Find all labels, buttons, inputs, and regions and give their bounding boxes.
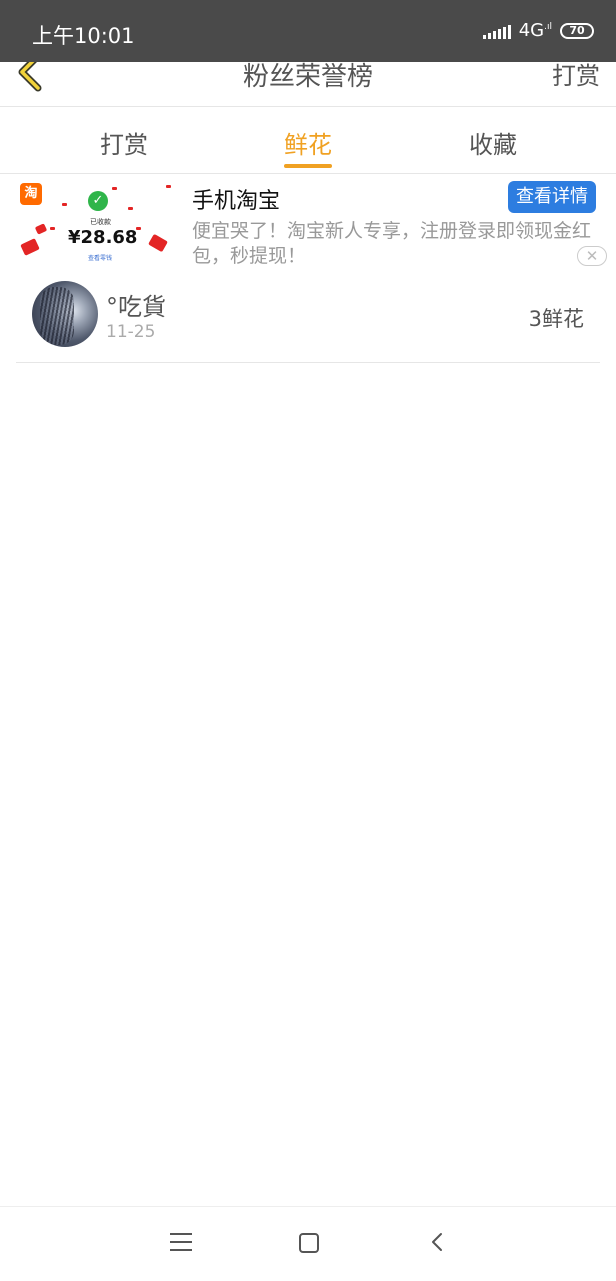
fan-nickname: °吃貨 (106, 293, 166, 321)
battery-level: 70 (569, 24, 585, 37)
taobao-logo-icon: 淘 (20, 183, 42, 205)
list-item[interactable]: °吃貨 11-25 3鲜花 (16, 271, 600, 363)
back-arrow-icon[interactable] (428, 1231, 448, 1253)
ad-image-received: 已收款 (90, 218, 111, 226)
red-envelope-icon (34, 223, 48, 235)
close-ad-icon[interactable]: ✕ (577, 246, 607, 266)
tab-favorites[interactable]: 收藏 (433, 125, 553, 160)
avatar[interactable] (32, 281, 98, 347)
network-type: 4G.ıl (518, 20, 552, 41)
view-details-button[interactable]: 查看详情 (508, 181, 596, 213)
tab-flowers[interactable]: 鲜花 (248, 125, 368, 160)
tab-tip[interactable]: 打赏 (64, 125, 184, 160)
active-tab-indicator (284, 164, 332, 168)
battery-icon: 70 (560, 22, 594, 39)
red-envelope-icon (148, 233, 168, 253)
signal-icon (482, 23, 511, 39)
menu-icon[interactable] (170, 1233, 192, 1251)
red-envelope-icon (20, 238, 40, 256)
ad-image-amount: ¥28.68 (68, 227, 138, 248)
system-nav-bar (0, 1206, 616, 1281)
ad-image[interactable]: 淘 ✓ 已收款 ¥28.68 查看零钱 (16, 177, 178, 269)
status-bar: 上午10:01 4G.ıl 70 (0, 0, 616, 62)
status-time: 上午10:01 (32, 24, 135, 48)
top-nav-bar: 粉丝荣誉榜 打赏 (0, 52, 616, 107)
fan-date: 11-25 (106, 322, 156, 342)
check-circle-icon: ✓ (88, 191, 108, 211)
ad-description: 便宜哭了！淘宝新人专享，注册登录即领现金红包，秒提现！ (192, 220, 592, 267)
flower-count: 3鲜花 (528, 307, 584, 331)
tab-bar: 打赏 鲜花 收藏 (0, 107, 616, 174)
status-indicators: 4G.ıl 70 (482, 20, 594, 41)
square-home-icon[interactable] (299, 1233, 319, 1253)
ad-image-link: 查看零钱 (88, 255, 113, 262)
ad-app-name: 手机淘宝 (192, 189, 281, 214)
ad-banner[interactable]: 淘 ✓ 已收款 ¥28.68 查看零钱 手机淘宝 查看详情 便宜哭了！淘宝新人专… (0, 175, 616, 271)
